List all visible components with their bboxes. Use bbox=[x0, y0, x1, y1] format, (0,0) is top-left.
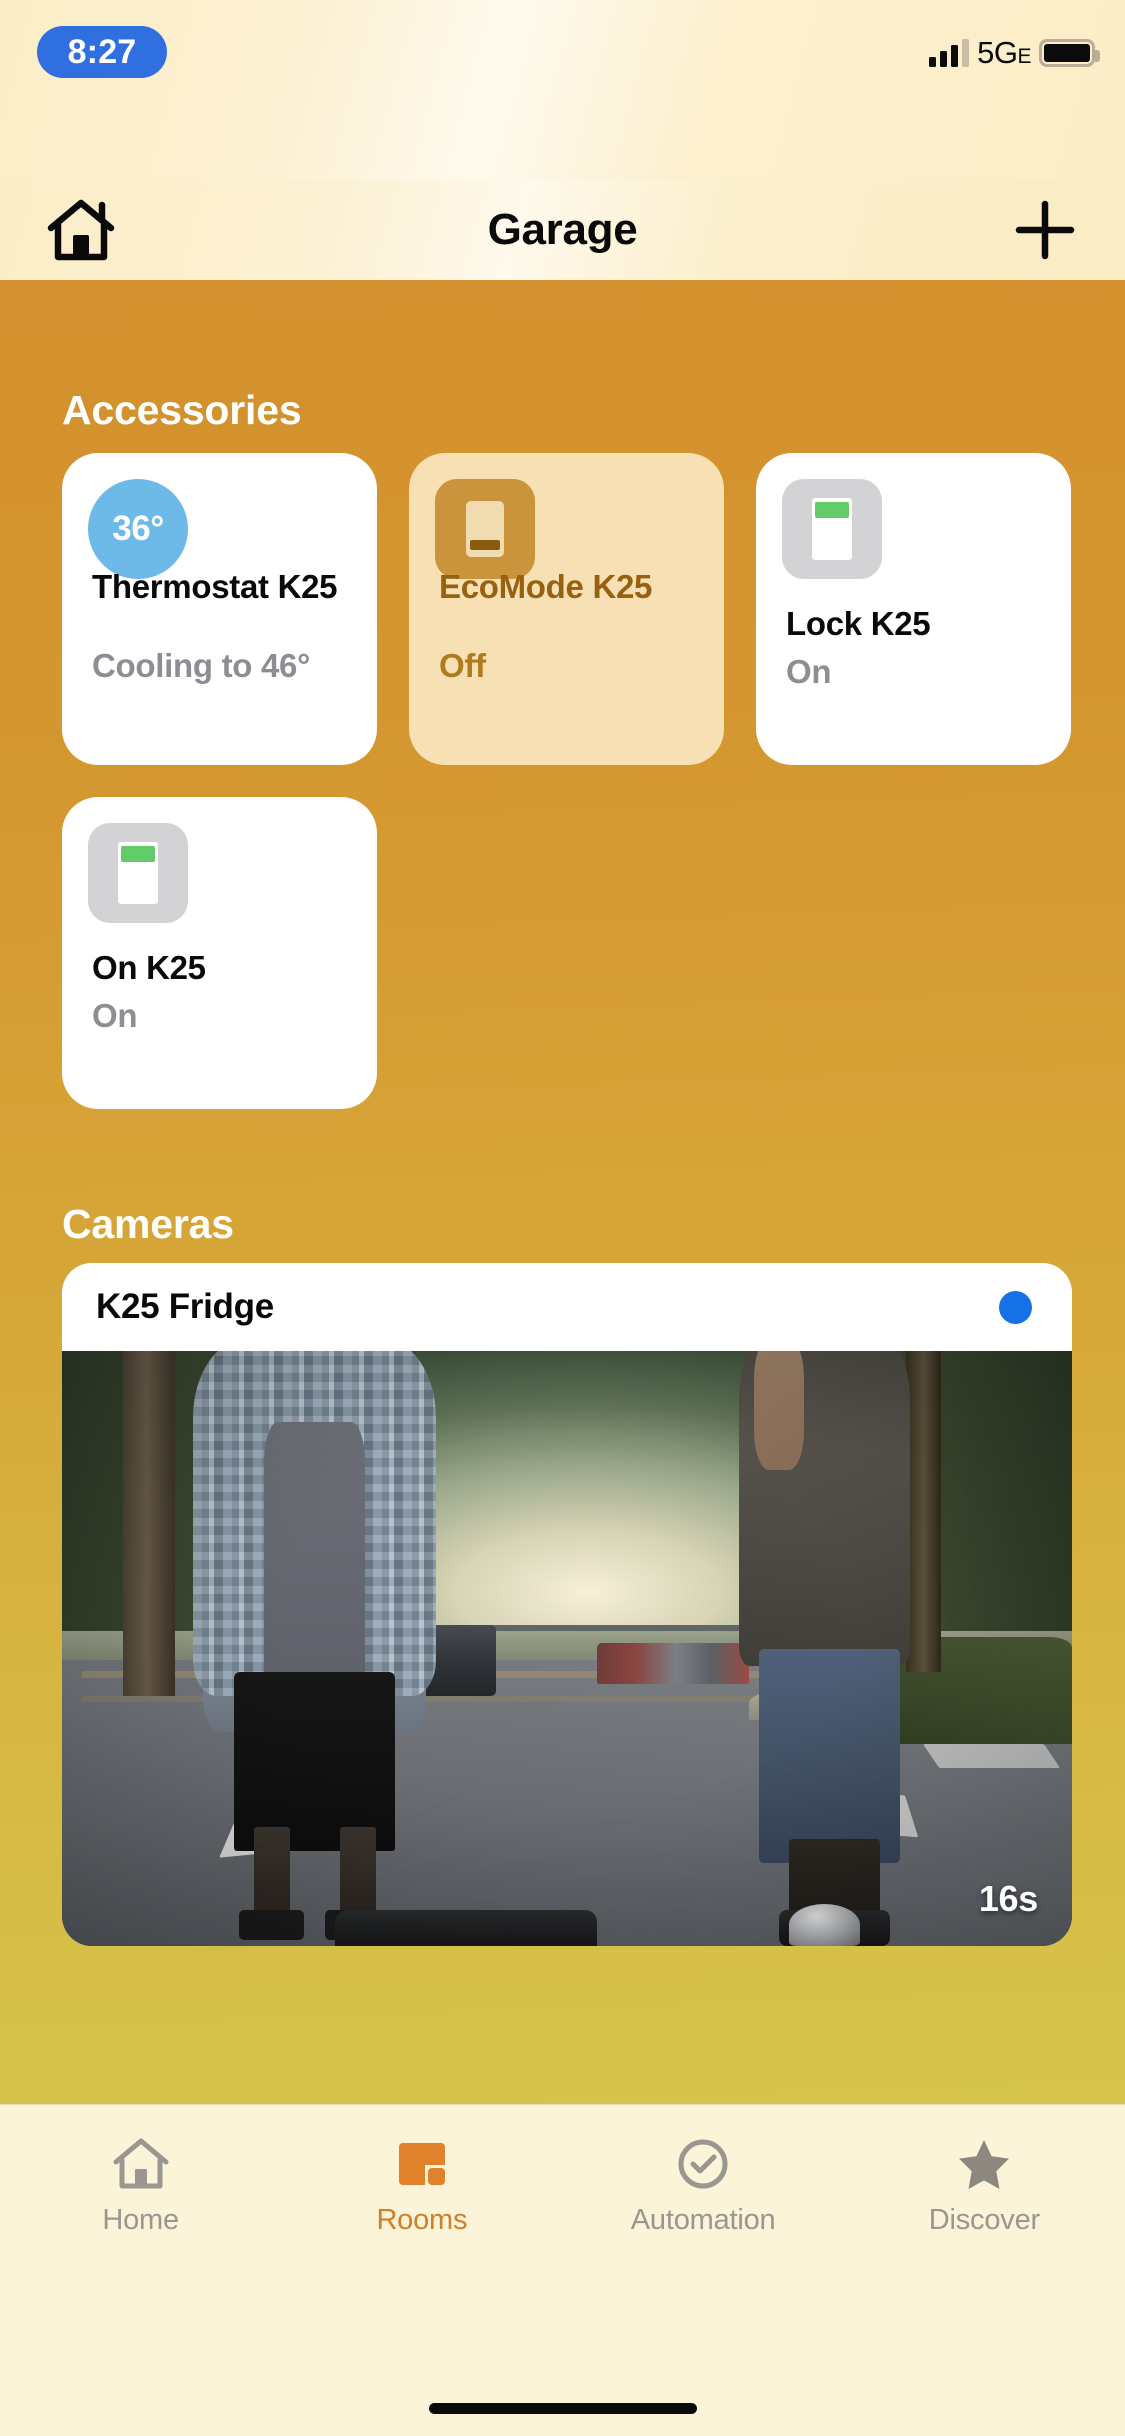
ecomode-appliance-icon bbox=[435, 479, 535, 579]
tab-label: Home bbox=[102, 2204, 179, 2236]
camera-header: K25 Fridge bbox=[62, 1263, 1072, 1351]
network-type-label: 5GE bbox=[977, 35, 1031, 70]
accessory-name: Thermostat K25 bbox=[92, 568, 338, 605]
accessory-tile-ecomode[interactable]: EcoMode K25 Off bbox=[409, 453, 724, 765]
star-icon bbox=[953, 2135, 1015, 2193]
thermostat-temperature-icon: 36° bbox=[88, 479, 188, 579]
recording-status-dot bbox=[999, 1291, 1032, 1324]
wall-switch-icon bbox=[88, 823, 188, 923]
accessory-status: Cooling to 46° bbox=[92, 647, 310, 684]
camera-snapshot[interactable]: 16s bbox=[62, 1351, 1072, 1946]
tab-rooms[interactable]: Rooms bbox=[281, 2135, 562, 2237]
accessory-name: On K25 bbox=[92, 949, 206, 986]
page-title: Garage bbox=[487, 205, 638, 254]
accessories-section-title: Accessories bbox=[62, 387, 302, 433]
automation-check-icon bbox=[672, 2135, 734, 2193]
accessory-tile-lock[interactable]: Lock K25 On bbox=[756, 453, 1071, 765]
camera-timestamp: 16s bbox=[978, 1878, 1038, 1919]
tab-discover[interactable]: Discover bbox=[844, 2135, 1125, 2237]
plus-icon[interactable] bbox=[1013, 198, 1077, 262]
accessory-tile-grid: 36° Thermostat K25 Cooling to 46° EcoMod… bbox=[62, 453, 1072, 1109]
tab-bar: Home Rooms Automation Discover bbox=[0, 2104, 1125, 2436]
camera-name: K25 Fridge bbox=[96, 1287, 274, 1326]
tab-home[interactable]: Home bbox=[0, 2135, 281, 2237]
camera-card[interactable]: K25 Fridge 16s bbox=[62, 1263, 1072, 1946]
accessory-name: EcoMode K25 bbox=[439, 568, 653, 605]
cellular-signal-icon bbox=[929, 39, 970, 67]
home-indicator[interactable] bbox=[428, 2403, 697, 2414]
tab-label: Automation bbox=[630, 2204, 776, 2236]
tab-label: Discover bbox=[928, 2204, 1040, 2236]
accessory-status: On bbox=[786, 653, 832, 690]
cameras-section-title: Cameras bbox=[62, 1201, 234, 1247]
house-icon bbox=[110, 2135, 172, 2193]
wall-switch-icon bbox=[782, 479, 882, 579]
navigation-bar: Garage bbox=[0, 180, 1125, 280]
room-content: Accessories 36° Thermostat K25 Cooling t… bbox=[0, 280, 1125, 2104]
rooms-squares-icon bbox=[391, 2135, 453, 2193]
accessory-name: Lock K25 bbox=[786, 605, 931, 642]
tab-automation[interactable]: Automation bbox=[563, 2135, 844, 2237]
tab-label: Rooms bbox=[376, 2204, 468, 2236]
status-bar-indicators: 5GE bbox=[929, 30, 1100, 76]
status-bar-time-pill[interactable]: 8:27 bbox=[37, 26, 167, 78]
accessory-tile-on[interactable]: On K25 On bbox=[62, 797, 377, 1109]
status-bar: 8:27 5GE bbox=[0, 0, 1125, 180]
accessory-status: On bbox=[92, 997, 138, 1034]
battery-full-icon bbox=[1039, 39, 1100, 67]
accessory-status: Off bbox=[439, 647, 486, 684]
status-bar-time: 8:27 bbox=[67, 32, 137, 71]
accessory-tile-thermostat[interactable]: 36° Thermostat K25 Cooling to 46° bbox=[62, 453, 377, 765]
thermostat-temp-value: 36° bbox=[112, 509, 164, 548]
